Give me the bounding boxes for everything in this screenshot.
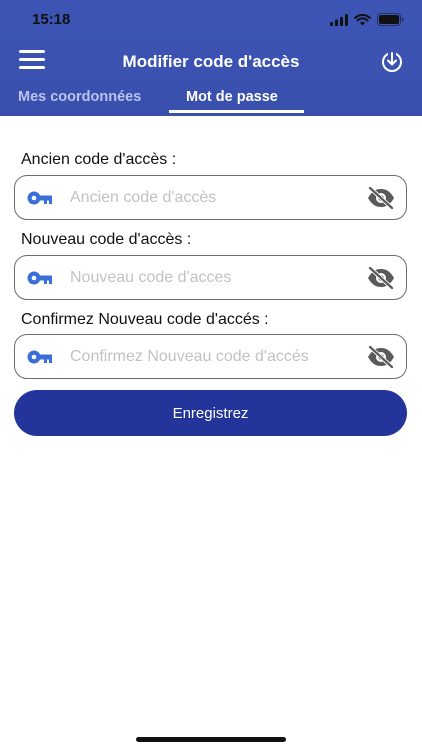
title-bar: Modifier code d'accès bbox=[0, 44, 422, 78]
active-tab-indicator bbox=[169, 110, 304, 113]
key-icon bbox=[27, 191, 52, 205]
new-code-label: Nouveau code d'accès : bbox=[21, 231, 192, 248]
page-title: Modifier code d'accès bbox=[122, 52, 300, 71]
tab-bar: Mes coordonnées Mot de passe bbox=[0, 84, 422, 116]
status-time: 15:18 bbox=[32, 11, 71, 28]
confirm-code-input[interactable] bbox=[70, 335, 366, 378]
app-header: 15:18 Modifier code d'accès Mes coordonn… bbox=[0, 0, 422, 116]
new-code-field[interactable] bbox=[14, 255, 407, 300]
eye-slash-icon[interactable] bbox=[366, 345, 396, 369]
home-indicator bbox=[136, 737, 286, 742]
battery-icon bbox=[377, 13, 404, 26]
status-icons bbox=[330, 13, 404, 26]
new-code-input[interactable] bbox=[70, 256, 366, 299]
key-icon bbox=[27, 350, 52, 364]
old-code-input[interactable] bbox=[70, 176, 366, 219]
old-code-label: Ancien code d'accès : bbox=[21, 151, 177, 168]
tab-mot-de-passe[interactable]: Mot de passe bbox=[186, 89, 278, 105]
confirm-code-field[interactable] bbox=[14, 334, 407, 379]
old-code-field[interactable] bbox=[14, 175, 407, 220]
save-button[interactable]: Enregistrez bbox=[14, 390, 407, 436]
wifi-icon bbox=[354, 13, 371, 25]
download-icon[interactable] bbox=[380, 49, 404, 73]
key-icon bbox=[27, 271, 52, 285]
tab-mes-coordonnees[interactable]: Mes coordonnées bbox=[18, 89, 141, 105]
eye-slash-icon[interactable] bbox=[366, 266, 396, 290]
eye-slash-icon[interactable] bbox=[366, 186, 396, 210]
confirm-code-label: Confirmez Nouveau code d'accés : bbox=[21, 311, 269, 328]
status-bar: 15:18 bbox=[0, 0, 422, 40]
signal-icon bbox=[330, 13, 348, 26]
